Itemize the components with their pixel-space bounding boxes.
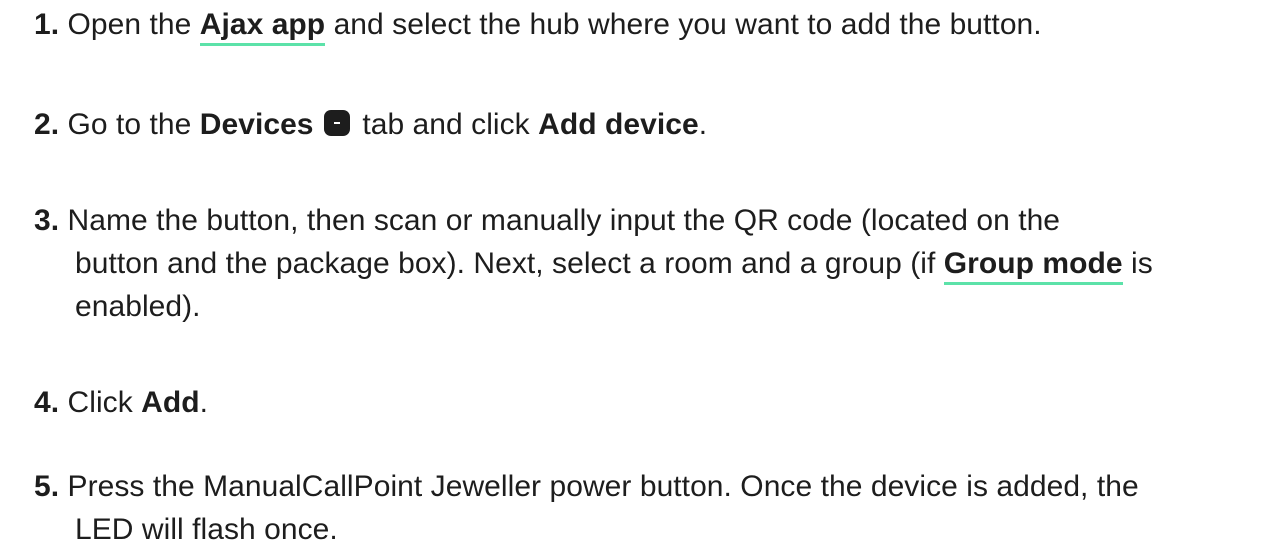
step-3-line-3: enabled). [34, 286, 1259, 328]
step-4: 4. Click Add. [34, 382, 1259, 424]
devices-label: Devices [199, 108, 314, 141]
step-text: . [199, 386, 209, 419]
step-continuation: button and the package box). Next, selec… [34, 243, 1259, 285]
step-text: tab and click [353, 108, 539, 141]
step-5: 5. Press the ManualCallPoint Jeweller po… [34, 466, 1259, 508]
step-text: and select the hub where you want to add… [325, 8, 1042, 41]
add-label: Add [141, 386, 200, 419]
step-number: 3. [34, 204, 60, 237]
step-text: Press the ManualCallPoint Jeweller power… [67, 470, 1139, 503]
step-3-line-2: button and the package box). Next, selec… [34, 243, 1259, 285]
step-number: 1. [34, 8, 60, 41]
step-5-line-2: LED will flash once. [34, 509, 1259, 551]
devices-tab-icon [323, 110, 350, 136]
step-number: 2. [34, 108, 60, 141]
step-number: 5. [34, 470, 60, 503]
step-text: Open the [67, 8, 200, 41]
step-text: . [698, 108, 708, 141]
step-1: 1. Open the Ajax app and select the hub … [34, 4, 1259, 46]
step-continuation: LED will flash once. [75, 513, 338, 546]
step-3: 3. Name the button, then scan or manuall… [34, 200, 1259, 242]
add-device-label: Add device [538, 108, 699, 141]
step-text: is [1122, 247, 1153, 280]
step-number: 4. [34, 386, 60, 419]
group-mode-link[interactable]: Group mode [943, 247, 1123, 285]
step-text: Name the button, then scan or manually i… [67, 204, 1061, 237]
step-text: Click [67, 386, 142, 419]
step-2: 2. Go to the Devices tab and click Add d… [34, 104, 1259, 146]
step-continuation: enabled). [75, 290, 201, 323]
ajax-app-link[interactable]: Ajax app [199, 8, 326, 46]
step-text: Go to the [67, 108, 200, 141]
step-text: button and the package box). Next, selec… [75, 247, 944, 280]
